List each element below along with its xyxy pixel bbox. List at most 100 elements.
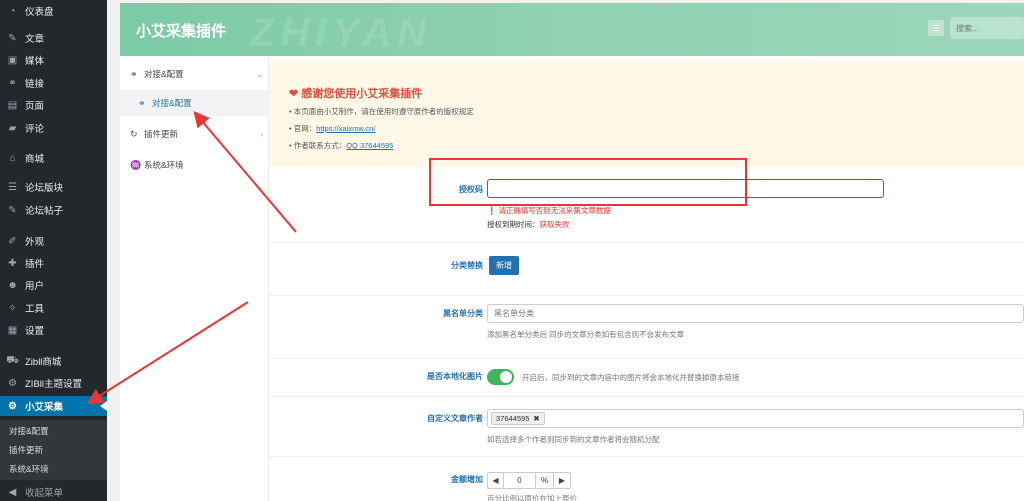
comment-icon: ▰ (8, 122, 17, 134)
tools-icon: ✧ (8, 302, 17, 314)
remove-tag-icon[interactable]: ✖ (533, 414, 539, 423)
search-input[interactable] (950, 17, 1024, 39)
blacklist-input[interactable] (487, 304, 1024, 323)
notice-box: ❤ 感谢您使用小艾采集插件 • 本页面由小艾制作，请在使用时遵守原作者的版权规定… (269, 61, 1024, 167)
decrement-icon[interactable]: ◀ (488, 473, 504, 488)
increment-icon[interactable]: ▶ (554, 473, 570, 488)
wp-menu-item[interactable]: ⚙ 小艾采集 (0, 396, 107, 416)
notice-title-text: 感谢您使用小艾采集插件 (301, 88, 423, 100)
author-row: 自定义文章作者 37644595 ✖ 如若选择多个作者则同步到的文章作者将会随机… (269, 397, 1024, 457)
appearance-icon: ✐ (8, 235, 17, 247)
wp-menu-item[interactable]: ⚙ ZIBll主题设置 (0, 373, 107, 393)
wp-menu-item[interactable]: ⛟ Zibll商城 (0, 351, 107, 371)
main-content: ❤ 感谢您使用小艾采集插件 • 本页面由小艾制作，请在使用时遵守原作者的版权规定… (269, 56, 1024, 501)
wp-menu-item[interactable]: ⌂ 商城 (0, 148, 107, 168)
localize-toggle[interactable] (487, 369, 514, 385)
cart-icon: ⛟ (6, 354, 19, 366)
wp-menu-label: Zibll商城 (25, 357, 62, 368)
wp-menu-item[interactable]: ▰ 评论 (0, 118, 107, 138)
amount-unit: % (536, 473, 554, 488)
localize-label: 是否本地化图片 (427, 372, 483, 381)
settings-icon: ▦ (7, 324, 18, 336)
media-icon: ▣ (7, 54, 18, 66)
author-select[interactable]: 37644595 ✖ (487, 409, 1024, 428)
wp-menu-item[interactable]: ☻ 用户 (0, 275, 107, 295)
collapse-icon: ◀ (8, 486, 17, 498)
topic-icon: ✎ (8, 204, 17, 216)
annotation-box (429, 158, 747, 206)
wp-menu-item[interactable]: ▣ 媒体 (0, 50, 107, 70)
wp-menu-label: 文章 (25, 34, 45, 45)
pin-icon: ✎ (8, 32, 17, 44)
link-icon: ⚭ (8, 77, 17, 89)
wp-menu-label: 商城 (25, 154, 45, 165)
wp-menu-label: 外观 (25, 237, 45, 248)
chevron-right-icon: › (260, 129, 263, 139)
nav-subitem-connect-label: 对接&配置 (152, 98, 192, 108)
plugin-header: ZHIYAN 小艾采集插件 ☰ (120, 3, 1024, 56)
wp-menu-label: ZIBll主题设置 (25, 379, 83, 390)
wp-menu-label: 评论 (25, 124, 45, 135)
wp-menu-item[interactable]: ☰ 论坛版块 (0, 177, 107, 197)
wp-collapse-menu[interactable]: ◀ 收起菜单 (0, 482, 107, 501)
wp-menu-item[interactable]: ◔ 仪表盘 (0, 1, 107, 21)
add-button[interactable]: 新增 (489, 256, 519, 275)
notice-line: • 本页面由小艾制作，请在使用时遵守原作者的版权规定 (289, 107, 474, 116)
page-icon: ▤ (7, 99, 18, 111)
notice-contact: • 作者联系方式：QQ 37644595 (289, 141, 394, 150)
wp-menu-item[interactable]: ✎ 论坛帖子 (0, 200, 107, 220)
gear-icon: ⚙ (8, 377, 17, 389)
nav-item-connect[interactable]: ⚭ 对接&配置 ⌄ (120, 61, 269, 87)
nav-item-update[interactable]: ↻ 插件更新 › (120, 121, 269, 147)
site-link[interactable]: https://xaixmw.cn/ (316, 124, 375, 133)
contact-link[interactable]: QQ 37644595 (346, 141, 393, 150)
wp-submenu-item-update[interactable]: 插件更新 (9, 444, 43, 456)
heart-icon: ❤ (289, 88, 299, 100)
nav-item-system[interactable]: ♒ 系统&环境 (120, 152, 269, 178)
localize-hint: 开启后，同步到的文章内容中的图片将会本地化并替换掉原本链接 (522, 373, 740, 382)
amount-row: 金额增加 ◀ 0 % ▶ 百分比例以原价在加上原价 (269, 457, 1024, 501)
store-icon: ⌂ (9, 152, 16, 164)
wp-menu-label: 设置 (25, 326, 45, 337)
amount-hint: 百分比例以原价在加上原价 (487, 494, 577, 501)
localize-row: 是否本地化图片 开启后，同步到的文章内容中的图片将会本地化并替换掉原本链接 (269, 359, 1024, 397)
nav-item-update-label: 插件更新 (144, 129, 179, 139)
plugin-nav: ⚭ 对接&配置 ⌄ ⚭ 对接&配置 ↻ 插件更新 › ♒ 系统&环境 (120, 56, 269, 501)
wp-menu-item[interactable]: ▤ 页面 (0, 95, 107, 115)
wp-menu-item[interactable]: ✎ 文章 (0, 28, 107, 48)
wp-menu-label: 链接 (25, 79, 45, 90)
wp-menu-item[interactable]: ⚭ 链接 (0, 73, 107, 93)
refresh-icon: ↻ (130, 128, 138, 139)
wp-submenu: 对接&配置 插件更新 系统&环境 (0, 420, 107, 480)
nav-subitem-connect[interactable]: ⚭ 对接&配置 (120, 90, 269, 116)
wp-menu-label: 小艾采集 (25, 402, 64, 413)
wp-menu-item[interactable]: ▦ 设置 (0, 320, 107, 340)
wp-menu-item[interactable]: ✧ 工具 (0, 298, 107, 318)
wp-collapse-label: 收起菜单 (25, 488, 64, 499)
plugin-panel: ZHIYAN 小艾采集插件 ☰ ⚭ 对接&配置 ⌄ ⚭ 对接&配置 ↻ 插件更新… (120, 3, 1024, 501)
plugin-title: 小艾采集插件 (136, 23, 227, 40)
wp-submenu-item-system[interactable]: 系统&环境 (9, 463, 49, 475)
wp-menu-label: 工具 (25, 304, 45, 315)
wp-menu-item[interactable]: ✐ 外观 (0, 231, 107, 251)
wp-menu-label: 论坛版块 (25, 183, 64, 194)
license-expire-value: 获取失败 (539, 220, 570, 229)
wp-menu-item[interactable]: ✚ 插件 (0, 253, 107, 273)
user-icon: ☻ (7, 279, 18, 291)
wp-menu-label: 论坛帖子 (25, 206, 64, 217)
blacklist-row: 黑名单分类 添加黑名单分类后 同步的文章分类如有包含则不会发布文章 (269, 296, 1024, 359)
wp-submenu-item-connect[interactable]: 对接&配置 (9, 425, 49, 437)
plugin-icon: ✚ (8, 257, 17, 269)
dashboard-icon: ◔ (9, 5, 16, 17)
author-label: 自定义文章作者 (427, 414, 483, 423)
wp-menu-label: 插件 (25, 259, 45, 270)
amount-value[interactable]: 0 (504, 473, 536, 488)
author-tag: 37644595 ✖ (491, 412, 545, 425)
nav-item-connect-label: 对接&配置 (144, 69, 184, 79)
amount-label: 金额增加 (451, 475, 483, 484)
amount-stepper[interactable]: ◀ 0 % ▶ (487, 472, 571, 489)
blacklist-hint: 添加黑名单分类后 同步的文章分类如有包含则不会发布文章 (487, 330, 685, 339)
list-icon[interactable]: ☰ (928, 20, 944, 36)
license-error: ❗ 请正确填写否则无法采集文章数据 (487, 206, 611, 215)
chevron-down-icon: ⌄ (256, 69, 263, 79)
